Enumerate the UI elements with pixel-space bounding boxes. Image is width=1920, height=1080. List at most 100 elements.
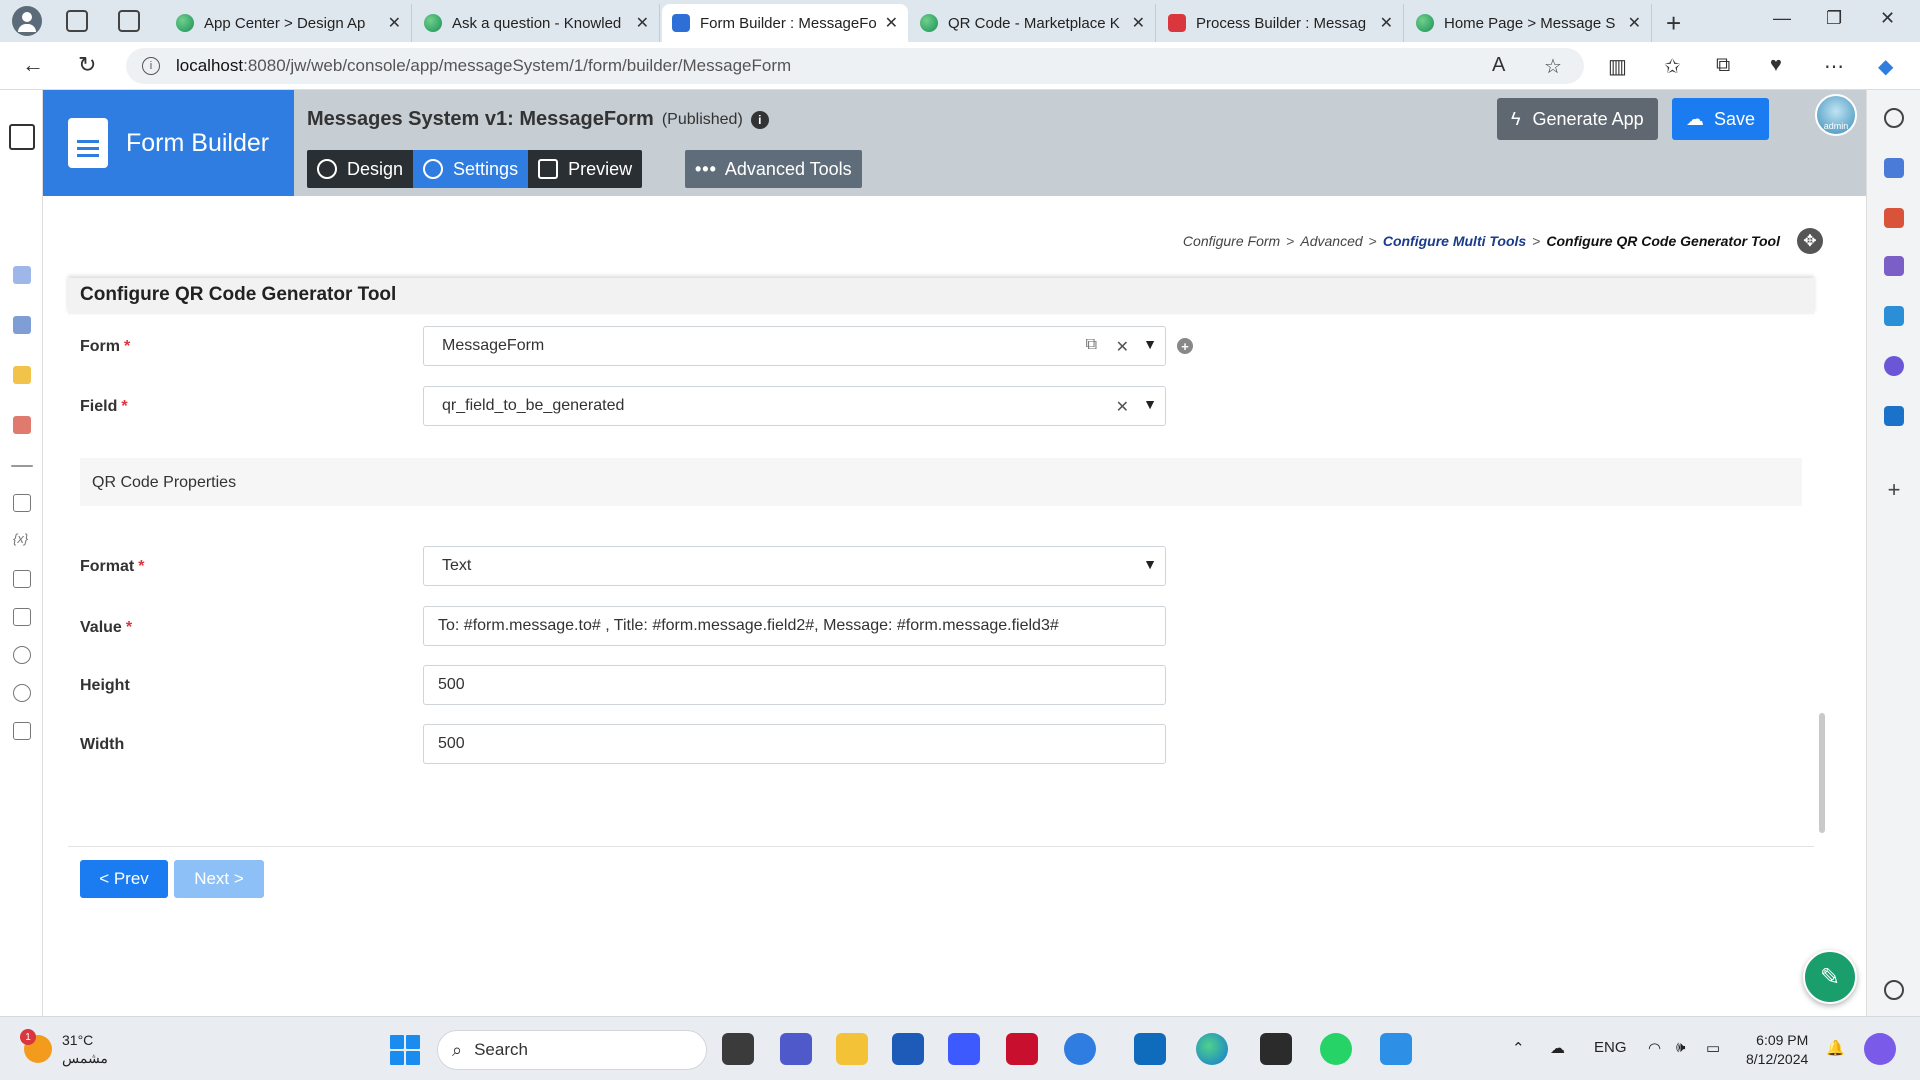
windows-start-icon[interactable]: [390, 1035, 420, 1065]
split-screen-icon[interactable]: ▥: [1608, 54, 1627, 79]
app-icon[interactable]: [1064, 1033, 1096, 1065]
tab-actions-icon[interactable]: [118, 10, 140, 32]
avatar[interactable]: admin: [1815, 94, 1857, 136]
browser-tab-form-builder[interactable]: Form Builder : MessageFo ✕: [662, 4, 908, 42]
datalist-icon[interactable]: [13, 316, 31, 334]
close-tab-icon[interactable]: ✕: [388, 13, 401, 33]
shopping-icon[interactable]: [1884, 158, 1904, 178]
read-aloud-icon[interactable]: A: [1492, 54, 1505, 77]
outlook-icon[interactable]: [1134, 1033, 1166, 1065]
add-icon[interactable]: +: [1884, 479, 1904, 501]
resources-icon[interactable]: [13, 570, 31, 588]
add-form-icon[interactable]: +: [1177, 338, 1193, 354]
favorite-star-icon[interactable]: ☆: [1544, 54, 1562, 79]
volume-icon[interactable]: 🕪: [1676, 1039, 1685, 1056]
notifications-icon[interactable]: 🔔: [1826, 1039, 1845, 1057]
minimize-icon[interactable]: —: [1773, 8, 1791, 29]
tab-settings[interactable]: Settings: [413, 150, 529, 188]
edit-icon[interactable]: [9, 124, 35, 150]
browser-tab-app-center[interactable]: App Center > Design Ap ✕: [166, 4, 412, 42]
breadcrumb-configure-form[interactable]: Configure Form: [1183, 233, 1280, 249]
outlook-icon[interactable]: [1884, 406, 1904, 426]
chevron-down-icon[interactable]: ▼: [1143, 396, 1157, 412]
new-tab-icon[interactable]: +: [1666, 8, 1681, 39]
wifi-icon[interactable]: ◠: [1648, 1039, 1661, 1057]
info-icon[interactable]: i: [750, 110, 769, 129]
battery-icon[interactable]: ▭: [1706, 1039, 1720, 1057]
pencil-icon[interactable]: ✎: [1803, 950, 1857, 1004]
browser-tab-process-builder[interactable]: Process Builder : Messag ✕: [1158, 4, 1404, 42]
value-input[interactable]: To: #form.message.to# , Title: #form.mes…: [423, 606, 1166, 646]
favorites-icon[interactable]: ✩: [1664, 54, 1681, 79]
clock[interactable]: 6:09 PM 8/12/2024: [1746, 1031, 1808, 1069]
photos-icon[interactable]: [1380, 1033, 1412, 1065]
browser-essentials-icon[interactable]: ♥: [1770, 54, 1782, 77]
url-field[interactable]: i localhost:8080/jw/web/console/app/mess…: [126, 48, 1584, 84]
advanced-tools-button[interactable]: ••• Advanced Tools: [685, 150, 862, 188]
userview-icon[interactable]: [13, 366, 31, 384]
external-link-icon[interactable]: ⧉: [1086, 336, 1097, 354]
height-input[interactable]: 500: [423, 665, 1166, 705]
performance-icon[interactable]: [13, 684, 31, 702]
send-icon[interactable]: [1884, 306, 1904, 326]
chevron-down-icon[interactable]: ▼: [1143, 556, 1157, 572]
plugins-icon[interactable]: [13, 646, 31, 664]
browser-tab-qr-code[interactable]: QR Code - Marketplace K ✕: [910, 4, 1156, 42]
store-icon[interactable]: [892, 1033, 924, 1065]
chevron-up-icon[interactable]: ⌃: [1512, 1039, 1525, 1057]
mcafee-icon[interactable]: [1006, 1033, 1038, 1065]
whatsapp-icon[interactable]: [1320, 1033, 1352, 1065]
search-icon[interactable]: [1884, 108, 1904, 128]
more-icon[interactable]: ⋯: [1824, 54, 1844, 79]
browser-tab-home-page[interactable]: Home Page > Message S ✕: [1406, 4, 1652, 42]
tools-icon[interactable]: [1884, 208, 1904, 228]
back-icon[interactable]: ←: [22, 52, 44, 78]
chevron-down-icon[interactable]: ▼: [1143, 336, 1157, 352]
format-select[interactable]: Text ▼: [423, 546, 1166, 586]
variables-icon[interactable]: {x}: [13, 531, 31, 549]
collapse-icon[interactable]: ✥: [1797, 228, 1823, 254]
gear-icon[interactable]: [1884, 980, 1904, 1000]
clear-icon[interactable]: ✕: [1116, 337, 1129, 357]
refresh-icon[interactable]: ↻: [78, 52, 96, 78]
breadcrumb-configure-multi-tools[interactable]: Configure Multi Tools: [1383, 233, 1526, 249]
tab-preview[interactable]: Preview: [528, 150, 642, 188]
logs-icon[interactable]: [13, 722, 31, 740]
field-select[interactable]: qr_field_to_be_generated ✕ ▼: [423, 386, 1166, 426]
task-view-icon[interactable]: [722, 1033, 754, 1065]
next-button[interactable]: Next >: [174, 860, 264, 898]
site-info-icon[interactable]: i: [142, 57, 160, 75]
copilot-icon[interactable]: [1864, 1033, 1896, 1065]
copilot-sidebar-icon[interactable]: [1884, 356, 1904, 376]
restore-icon[interactable]: ❐: [1826, 8, 1842, 29]
width-input[interactable]: 500: [423, 724, 1166, 764]
breadcrumb-advanced[interactable]: Advanced: [1300, 233, 1362, 249]
collections-icon[interactable]: ⧉: [1716, 54, 1730, 77]
profile-icon[interactable]: [12, 6, 42, 36]
close-tab-icon[interactable]: ✕: [1380, 13, 1393, 33]
panel-scrollbar[interactable]: [1819, 713, 1825, 833]
teams-icon[interactable]: [780, 1033, 812, 1065]
close-tab-icon[interactable]: ✕: [1628, 13, 1641, 33]
clear-icon[interactable]: ✕: [1116, 397, 1129, 417]
files-icon[interactable]: [13, 608, 31, 626]
generate-app-button[interactable]: ϟ Generate App: [1497, 98, 1658, 140]
form-icon[interactable]: [13, 266, 31, 284]
prev-button[interactable]: < Prev: [80, 860, 168, 898]
onedrive-icon[interactable]: ☁: [1550, 1039, 1565, 1057]
close-window-icon[interactable]: ✕: [1880, 8, 1895, 29]
file-explorer-icon[interactable]: [836, 1033, 868, 1065]
browser-tab-ask-question[interactable]: Ask a question - Knowled ✕: [414, 4, 660, 42]
copilot-icon[interactable]: ◆: [1878, 54, 1893, 79]
save-button[interactable]: ☁ Save: [1672, 98, 1770, 140]
games-icon[interactable]: [1884, 256, 1904, 276]
language-indicator[interactable]: ENG: [1594, 1039, 1627, 1056]
app-icon[interactable]: [948, 1033, 980, 1065]
process-icon[interactable]: [13, 416, 31, 434]
close-tab-icon[interactable]: ✕: [1132, 13, 1145, 33]
terminal-icon[interactable]: [1260, 1033, 1292, 1065]
workspaces-icon[interactable]: [66, 10, 88, 32]
form-select[interactable]: MessageForm ⧉ ✕ ▼: [423, 326, 1166, 366]
weather-widget[interactable]: 1 31°C مشمس: [20, 1029, 108, 1067]
close-tab-icon[interactable]: ✕: [636, 13, 649, 33]
